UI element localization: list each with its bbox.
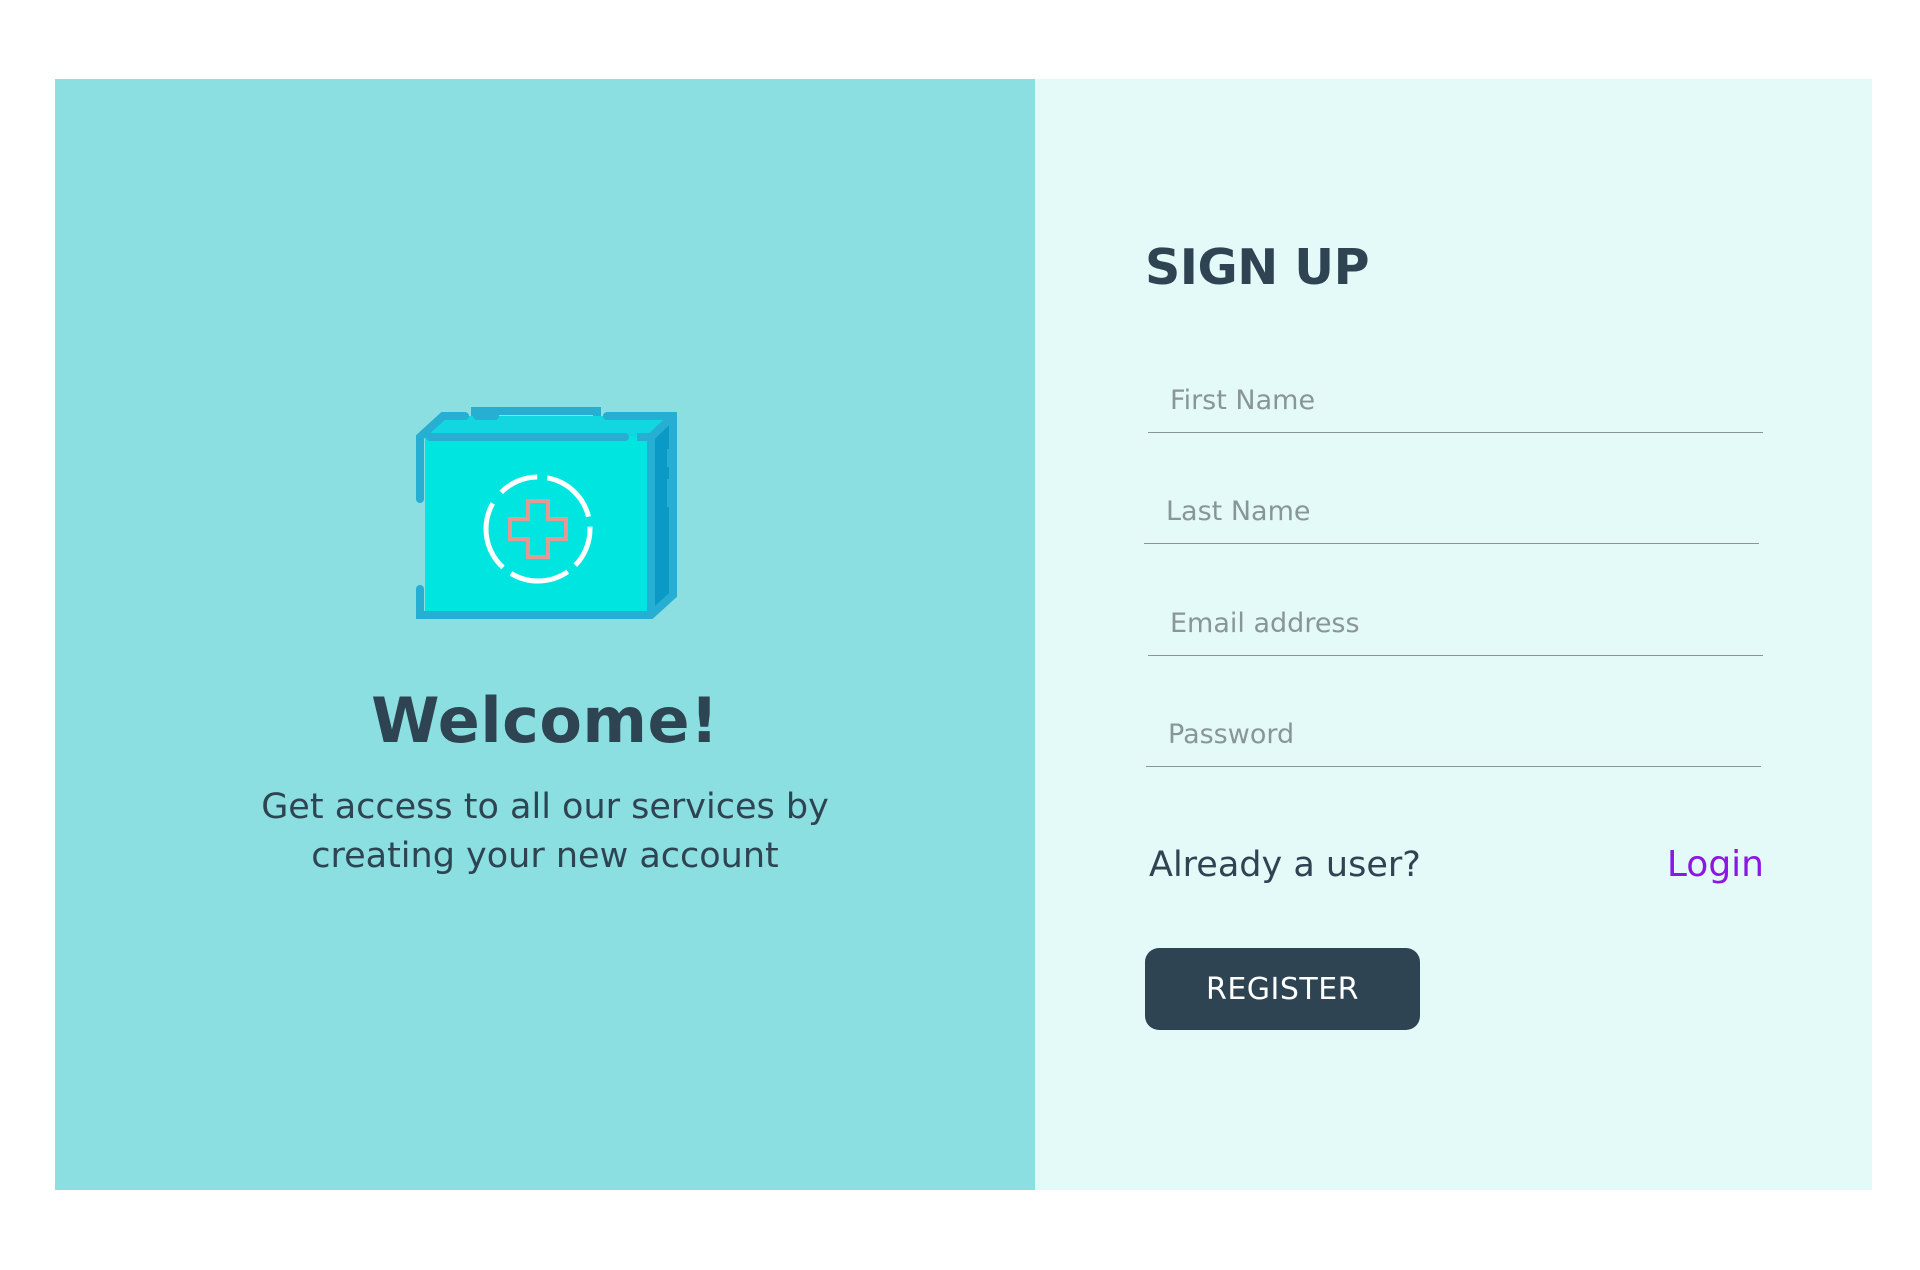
signup-card: Welcome! Get access to all our services … bbox=[55, 79, 1872, 1190]
password-field[interactable] bbox=[1146, 703, 1761, 767]
welcome-title: Welcome! bbox=[371, 684, 719, 757]
login-link[interactable]: Login bbox=[1667, 844, 1764, 885]
welcome-panel: Welcome! Get access to all our services … bbox=[55, 79, 1035, 1190]
signup-panel: SIGN UP Already a user? Login REGISTER bbox=[1035, 79, 1872, 1190]
last-name-field[interactable] bbox=[1144, 480, 1759, 544]
register-button[interactable]: REGISTER bbox=[1145, 948, 1420, 1030]
first-name-field[interactable] bbox=[1148, 369, 1763, 433]
signup-title: SIGN UP bbox=[1145, 239, 1370, 296]
first-aid-kit-icon bbox=[416, 407, 677, 619]
already-user-text: Already a user? bbox=[1149, 845, 1421, 885]
email-field[interactable] bbox=[1148, 592, 1763, 656]
welcome-subtitle: Get access to all our services by creati… bbox=[261, 787, 829, 876]
